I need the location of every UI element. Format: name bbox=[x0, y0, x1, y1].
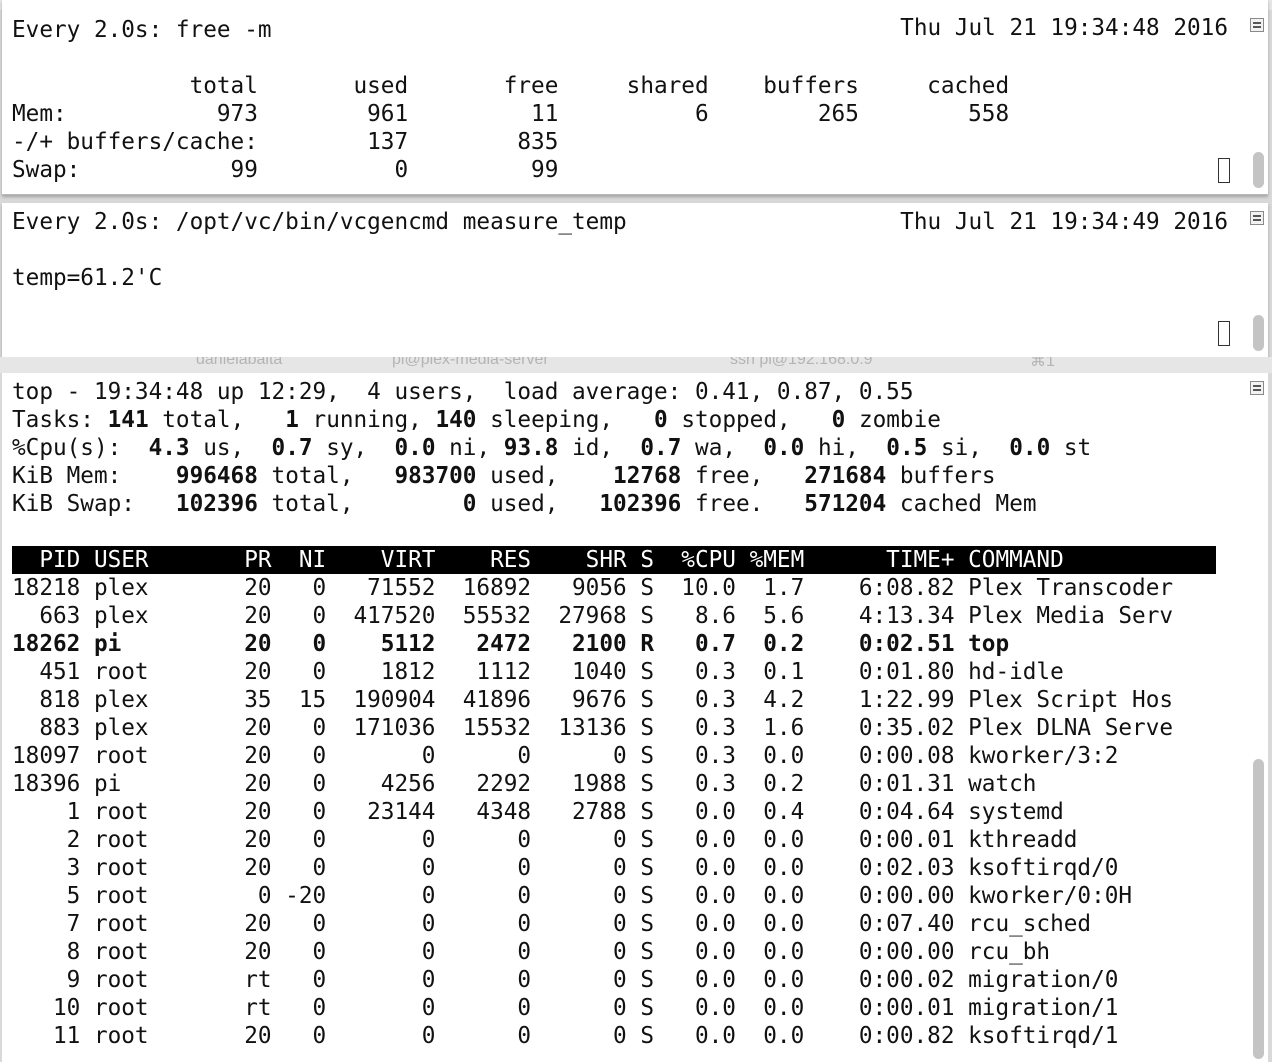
summary-segment: buffers bbox=[886, 463, 996, 489]
summary-segment: %Cpu(s): bbox=[12, 435, 149, 461]
scrollbar-thumb[interactable] bbox=[1253, 315, 1264, 351]
summary-segment: stopped, bbox=[667, 407, 832, 433]
background-title-fragment: ssh pi@192.168.0.9 bbox=[730, 357, 873, 368]
process-row: 18218 plex 20 0 71552 16892 9056 S 10.0 … bbox=[12, 575, 1174, 601]
summary-segment: 4.3 bbox=[148, 435, 190, 461]
summary-segment: 102396 bbox=[599, 491, 682, 517]
summary-segment: KiB Swap: bbox=[12, 491, 176, 517]
free-mem-row: Mem: 973 961 11 6 265 558 bbox=[12, 101, 1010, 127]
process-row: 11 root 20 0 0 0 0 S 0.0 0.0 0:00.82 kso… bbox=[12, 1023, 1119, 1049]
cursor-box bbox=[1218, 158, 1230, 183]
summary-segment: 0 bbox=[831, 407, 846, 433]
summary-segment: 0.7 bbox=[271, 435, 313, 461]
summary-segment: 0.0 bbox=[763, 435, 805, 461]
summary-segment: cached Mem bbox=[886, 491, 1037, 517]
summary-segment: free, bbox=[681, 463, 805, 489]
summary-segment: ni, bbox=[435, 435, 504, 461]
summary-segment: total, bbox=[257, 491, 463, 517]
summary-segment: 93.8 bbox=[503, 435, 559, 461]
summary-segment: 0.0 bbox=[394, 435, 436, 461]
free-swap-row: Swap: 99 0 99 bbox=[12, 157, 559, 183]
split-pane-icon[interactable] bbox=[1250, 381, 1264, 395]
watch-command-line: Every 2.0s: /opt/vc/bin/vcgencmd measure… bbox=[12, 209, 627, 235]
summary-segment: sy, bbox=[312, 435, 395, 461]
summary-segment: 0.5 bbox=[886, 435, 928, 461]
free-buffers-row: -/+ buffers/cache: 137 835 bbox=[12, 129, 559, 155]
process-row: 818 plex 35 15 190904 41896 9676 S 0.3 4… bbox=[12, 687, 1174, 713]
process-row: 451 root 20 0 1812 1112 1040 S 0.3 0.1 0… bbox=[12, 659, 1064, 685]
top-mem-line: KiB Mem: 996468 total, 983700 used, 1276… bbox=[12, 462, 996, 490]
process-row: 3 root 20 0 0 0 0 S 0.0 0.0 0:02.03 ksof… bbox=[12, 855, 1119, 881]
summary-segment: id, bbox=[558, 435, 641, 461]
summary-segment: 12768 bbox=[613, 463, 682, 489]
summary-segment: 140 bbox=[435, 407, 477, 433]
process-row: 1 root 20 0 23144 4348 2788 S 0.0 0.4 0:… bbox=[12, 799, 1064, 825]
process-row: 2 root 20 0 0 0 0 S 0.0 0.0 0:00.01 kthr… bbox=[12, 827, 1078, 853]
process-row: 7 root 20 0 0 0 0 S 0.0 0.0 0:07.40 rcu_… bbox=[12, 911, 1092, 937]
summary-segment: 0.7 bbox=[640, 435, 682, 461]
process-row: 5 root 0 -20 0 0 0 S 0.0 0.0 0:00.00 kwo… bbox=[12, 883, 1133, 909]
summary-segment: 102396 bbox=[175, 491, 258, 517]
summary-segment: used, bbox=[476, 463, 614, 489]
summary-segment: 983700 bbox=[394, 463, 477, 489]
background-title-fragment: danielabalta bbox=[196, 357, 283, 368]
split-pane-icon[interactable] bbox=[1250, 18, 1264, 32]
summary-segment: running, bbox=[298, 407, 436, 433]
summary-segment: used, bbox=[476, 491, 600, 517]
background-window-titlebar: danielabalta pi@plex-media-server ssh pi… bbox=[0, 357, 1272, 373]
process-row: 883 plex 20 0 171036 15532 13136 S 0.3 1… bbox=[12, 715, 1174, 741]
summary-segment: 0 bbox=[462, 491, 477, 517]
summary-segment: total, bbox=[148, 407, 286, 433]
top-cpu-line: %Cpu(s): 4.3 us, 0.7 sy, 0.0 ni, 93.8 id… bbox=[12, 434, 1091, 462]
summary-segment: KiB Mem: bbox=[12, 463, 176, 489]
watch-command-line: Every 2.0s: free -m bbox=[12, 17, 272, 43]
summary-segment: total, bbox=[257, 463, 395, 489]
summary-segment: 1 bbox=[285, 407, 299, 433]
split-pane-icon[interactable] bbox=[1250, 211, 1264, 225]
summary-segment: 996468 bbox=[175, 463, 258, 489]
process-table-header: PID USER PR NI VIRT RES SHR S %CPU %MEM … bbox=[12, 546, 1216, 574]
summary-segment: Tasks: bbox=[12, 407, 108, 433]
summary-segment: wa, bbox=[681, 435, 764, 461]
background-title-fragment: pi@plex-media-server bbox=[392, 357, 549, 368]
process-row: 10 root rt 0 0 0 0 S 0.0 0.0 0:00.01 mig… bbox=[12, 995, 1119, 1021]
top-tasks-line: Tasks: 141 total, 1 running, 140 sleepin… bbox=[12, 406, 941, 434]
summary-segment: free. bbox=[681, 491, 805, 517]
scrollbar-thumb[interactable] bbox=[1253, 152, 1264, 188]
process-row: 9 root rt 0 0 0 0 S 0.0 0.0 0:00.02 migr… bbox=[12, 967, 1119, 993]
summary-segment: st bbox=[1050, 435, 1092, 461]
scrollbar-thumb[interactable] bbox=[1253, 759, 1264, 1059]
terminal-pane-free[interactable]: Every 2.0s: free -m Thu Jul 21 19:34:48 … bbox=[2, 0, 1268, 195]
temperature-value: temp=61.2'C bbox=[12, 265, 163, 291]
free-header-row: total used free shared buffers cached bbox=[12, 73, 1010, 99]
process-row: 8 root 20 0 0 0 0 S 0.0 0.0 0:00.00 rcu_… bbox=[12, 939, 1051, 965]
summary-segment: 0.0 bbox=[1009, 435, 1051, 461]
process-row: 18262 pi 20 0 5112 2472 2100 R 0.7 0.2 0… bbox=[12, 631, 1010, 657]
background-title-fragment: ⌘1 bbox=[1030, 357, 1055, 370]
process-row: 663 plex 20 0 417520 55532 27968 S 8.6 5… bbox=[12, 603, 1174, 629]
process-row: 18097 root 20 0 0 0 0 S 0.3 0.0 0:00.08 … bbox=[12, 743, 1119, 769]
top-swap-line: KiB Swap: 102396 total, 0 used, 102396 f… bbox=[12, 490, 1037, 518]
summary-segment: si, bbox=[927, 435, 1010, 461]
cursor-box bbox=[1218, 321, 1230, 346]
summary-segment: zombie bbox=[845, 407, 941, 433]
process-row: 18396 pi 20 0 4256 2292 1988 S 0.3 0.2 0… bbox=[12, 771, 1037, 797]
terminal-pane-top[interactable]: top - 19:34:48 up 12:29, 4 users, load a… bbox=[2, 373, 1268, 1062]
summary-segment: hi, bbox=[804, 435, 887, 461]
watch-timestamp: Thu Jul 21 19:34:49 2016 bbox=[900, 209, 1228, 235]
summary-segment: sleeping, bbox=[476, 407, 655, 433]
top-uptime-line: top - 19:34:48 up 12:29, 4 users, load a… bbox=[12, 379, 914, 405]
watch-timestamp: Thu Jul 21 19:34:48 2016 bbox=[900, 15, 1228, 41]
summary-segment: 0 bbox=[654, 407, 668, 433]
terminal-pane-temp[interactable]: Every 2.0s: /opt/vc/bin/vcgencmd measure… bbox=[2, 203, 1268, 358]
summary-segment: 141 bbox=[107, 407, 149, 433]
process-header-text: PID USER PR NI VIRT RES SHR S %CPU %MEM … bbox=[12, 547, 1064, 573]
summary-segment: 271684 bbox=[804, 463, 887, 489]
summary-segment: 571204 bbox=[804, 491, 887, 517]
summary-segment: us, bbox=[189, 435, 272, 461]
